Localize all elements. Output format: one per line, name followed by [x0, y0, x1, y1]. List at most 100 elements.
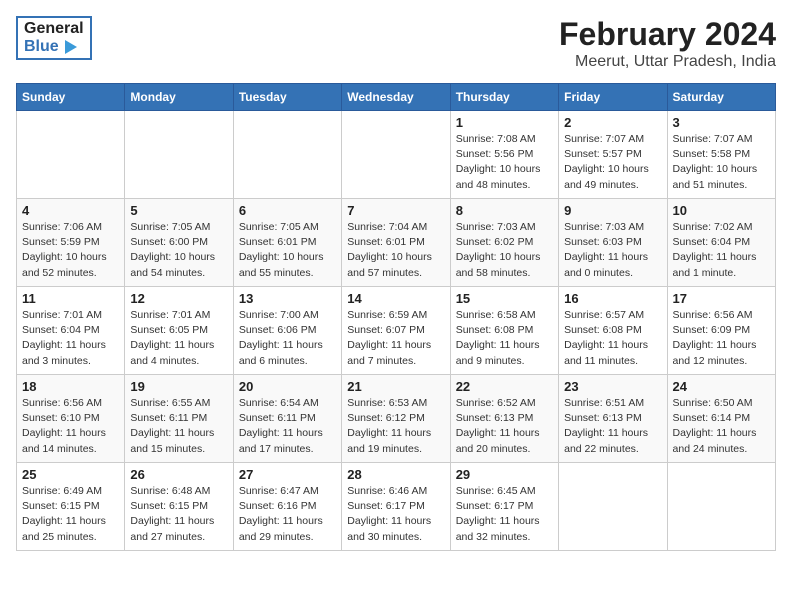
calendar-cell [125, 111, 233, 199]
day-number: 6 [239, 203, 336, 218]
day-detail: Sunrise: 7:01 AMSunset: 6:05 PMDaylight:… [130, 309, 214, 367]
calendar-cell [342, 111, 450, 199]
calendar-week-row: 18 Sunrise: 6:56 AMSunset: 6:10 PMDaylig… [17, 375, 776, 463]
calendar-cell [559, 463, 667, 551]
logo-blue: Blue [24, 38, 84, 56]
calendar-cell: 5 Sunrise: 7:05 AMSunset: 6:00 PMDayligh… [125, 199, 233, 287]
calendar-cell: 24 Sunrise: 6:50 AMSunset: 6:14 PMDaylig… [667, 375, 775, 463]
page-subtitle: Meerut, Uttar Pradesh, India [559, 53, 776, 71]
calendar-week-row: 25 Sunrise: 6:49 AMSunset: 6:15 PMDaylig… [17, 463, 776, 551]
day-number: 28 [347, 467, 444, 482]
day-detail: Sunrise: 6:57 AMSunset: 6:08 PMDaylight:… [564, 309, 648, 367]
day-detail: Sunrise: 7:02 AMSunset: 6:04 PMDaylight:… [673, 221, 757, 279]
calendar-cell: 23 Sunrise: 6:51 AMSunset: 6:13 PMDaylig… [559, 375, 667, 463]
calendar-cell: 10 Sunrise: 7:02 AMSunset: 6:04 PMDaylig… [667, 199, 775, 287]
calendar-cell: 1 Sunrise: 7:08 AMSunset: 5:56 PMDayligh… [450, 111, 558, 199]
day-detail: Sunrise: 6:58 AMSunset: 6:08 PMDaylight:… [456, 309, 540, 367]
calendar-cell: 18 Sunrise: 6:56 AMSunset: 6:10 PMDaylig… [17, 375, 125, 463]
day-detail: Sunrise: 7:03 AMSunset: 6:03 PMDaylight:… [564, 221, 648, 279]
calendar-table: SundayMondayTuesdayWednesdayThursdayFrid… [16, 83, 776, 551]
page-header: General Blue February 2024 Meerut, Uttar… [16, 16, 776, 71]
logo: General Blue [16, 16, 92, 60]
calendar-cell: 11 Sunrise: 7:01 AMSunset: 6:04 PMDaylig… [17, 287, 125, 375]
day-number: 17 [673, 291, 770, 306]
calendar-cell: 25 Sunrise: 6:49 AMSunset: 6:15 PMDaylig… [17, 463, 125, 551]
day-number: 24 [673, 379, 770, 394]
day-number: 21 [347, 379, 444, 394]
day-number: 16 [564, 291, 661, 306]
day-number: 26 [130, 467, 227, 482]
day-detail: Sunrise: 7:03 AMSunset: 6:02 PMDaylight:… [456, 221, 541, 279]
calendar-cell: 14 Sunrise: 6:59 AMSunset: 6:07 PMDaylig… [342, 287, 450, 375]
day-detail: Sunrise: 6:55 AMSunset: 6:11 PMDaylight:… [130, 397, 214, 455]
day-detail: Sunrise: 6:51 AMSunset: 6:13 PMDaylight:… [564, 397, 648, 455]
day-number: 20 [239, 379, 336, 394]
day-number: 9 [564, 203, 661, 218]
day-number: 8 [456, 203, 553, 218]
calendar-cell: 7 Sunrise: 7:04 AMSunset: 6:01 PMDayligh… [342, 199, 450, 287]
calendar-cell: 29 Sunrise: 6:45 AMSunset: 6:17 PMDaylig… [450, 463, 558, 551]
calendar-cell: 20 Sunrise: 6:54 AMSunset: 6:11 PMDaylig… [233, 375, 341, 463]
weekday-header: Wednesday [342, 84, 450, 111]
calendar-week-row: 1 Sunrise: 7:08 AMSunset: 5:56 PMDayligh… [17, 111, 776, 199]
day-number: 12 [130, 291, 227, 306]
day-detail: Sunrise: 6:49 AMSunset: 6:15 PMDaylight:… [22, 485, 106, 543]
day-detail: Sunrise: 7:01 AMSunset: 6:04 PMDaylight:… [22, 309, 106, 367]
day-detail: Sunrise: 6:54 AMSunset: 6:11 PMDaylight:… [239, 397, 323, 455]
day-detail: Sunrise: 6:50 AMSunset: 6:14 PMDaylight:… [673, 397, 757, 455]
day-number: 4 [22, 203, 119, 218]
day-detail: Sunrise: 7:05 AMSunset: 6:01 PMDaylight:… [239, 221, 324, 279]
calendar-cell: 6 Sunrise: 7:05 AMSunset: 6:01 PMDayligh… [233, 199, 341, 287]
calendar-cell [667, 463, 775, 551]
day-detail: Sunrise: 6:56 AMSunset: 6:09 PMDaylight:… [673, 309, 757, 367]
day-detail: Sunrise: 7:05 AMSunset: 6:00 PMDaylight:… [130, 221, 215, 279]
weekday-header: Monday [125, 84, 233, 111]
day-detail: Sunrise: 6:45 AMSunset: 6:17 PMDaylight:… [456, 485, 540, 543]
calendar-cell: 13 Sunrise: 7:00 AMSunset: 6:06 PMDaylig… [233, 287, 341, 375]
logo-flag-icon [65, 40, 77, 54]
day-number: 18 [22, 379, 119, 394]
day-detail: Sunrise: 7:04 AMSunset: 6:01 PMDaylight:… [347, 221, 432, 279]
calendar-cell: 8 Sunrise: 7:03 AMSunset: 6:02 PMDayligh… [450, 199, 558, 287]
calendar-cell: 21 Sunrise: 6:53 AMSunset: 6:12 PMDaylig… [342, 375, 450, 463]
calendar-cell: 2 Sunrise: 7:07 AMSunset: 5:57 PMDayligh… [559, 111, 667, 199]
day-detail: Sunrise: 6:52 AMSunset: 6:13 PMDaylight:… [456, 397, 540, 455]
day-detail: Sunrise: 7:00 AMSunset: 6:06 PMDaylight:… [239, 309, 323, 367]
calendar-cell [17, 111, 125, 199]
logo-general: General [24, 20, 84, 38]
day-detail: Sunrise: 6:48 AMSunset: 6:15 PMDaylight:… [130, 485, 214, 543]
day-number: 3 [673, 115, 770, 130]
calendar-cell: 3 Sunrise: 7:07 AMSunset: 5:58 PMDayligh… [667, 111, 775, 199]
day-detail: Sunrise: 7:07 AMSunset: 5:57 PMDaylight:… [564, 133, 649, 191]
day-number: 10 [673, 203, 770, 218]
calendar-week-row: 11 Sunrise: 7:01 AMSunset: 6:04 PMDaylig… [17, 287, 776, 375]
day-detail: Sunrise: 6:56 AMSunset: 6:10 PMDaylight:… [22, 397, 106, 455]
calendar-cell: 15 Sunrise: 6:58 AMSunset: 6:08 PMDaylig… [450, 287, 558, 375]
calendar-cell: 12 Sunrise: 7:01 AMSunset: 6:05 PMDaylig… [125, 287, 233, 375]
day-number: 13 [239, 291, 336, 306]
day-detail: Sunrise: 7:08 AMSunset: 5:56 PMDaylight:… [456, 133, 541, 191]
day-detail: Sunrise: 6:46 AMSunset: 6:17 PMDaylight:… [347, 485, 431, 543]
calendar-week-row: 4 Sunrise: 7:06 AMSunset: 5:59 PMDayligh… [17, 199, 776, 287]
calendar-cell: 9 Sunrise: 7:03 AMSunset: 6:03 PMDayligh… [559, 199, 667, 287]
day-number: 14 [347, 291, 444, 306]
day-number: 2 [564, 115, 661, 130]
title-block: February 2024 Meerut, Uttar Pradesh, Ind… [559, 16, 776, 71]
day-detail: Sunrise: 7:07 AMSunset: 5:58 PMDaylight:… [673, 133, 758, 191]
page-title: February 2024 [559, 16, 776, 53]
day-number: 1 [456, 115, 553, 130]
day-detail: Sunrise: 6:47 AMSunset: 6:16 PMDaylight:… [239, 485, 323, 543]
weekday-header: Tuesday [233, 84, 341, 111]
logo-box: General Blue [16, 16, 92, 60]
calendar-cell: 26 Sunrise: 6:48 AMSunset: 6:15 PMDaylig… [125, 463, 233, 551]
calendar-cell: 22 Sunrise: 6:52 AMSunset: 6:13 PMDaylig… [450, 375, 558, 463]
day-number: 19 [130, 379, 227, 394]
weekday-header: Friday [559, 84, 667, 111]
day-number: 7 [347, 203, 444, 218]
day-number: 15 [456, 291, 553, 306]
weekday-header: Sunday [17, 84, 125, 111]
calendar-cell: 16 Sunrise: 6:57 AMSunset: 6:08 PMDaylig… [559, 287, 667, 375]
day-detail: Sunrise: 6:53 AMSunset: 6:12 PMDaylight:… [347, 397, 431, 455]
day-number: 11 [22, 291, 119, 306]
calendar-cell: 17 Sunrise: 6:56 AMSunset: 6:09 PMDaylig… [667, 287, 775, 375]
